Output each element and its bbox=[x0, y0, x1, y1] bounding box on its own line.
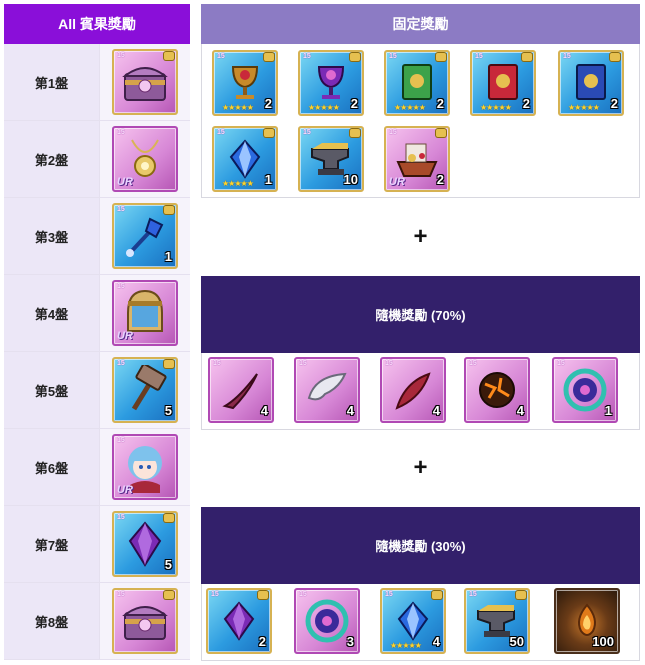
bingo-reward-page: All 賓果獎勵 第1盤 15 第2盤 15 UR 第3盤 15 1 第4盤 1… bbox=[0, 0, 645, 665]
plate-label: 第6盤 bbox=[4, 429, 99, 505]
all-bingo-header: All 賓果獎勵 bbox=[4, 4, 190, 44]
plate-reward-cell: 15 bbox=[99, 44, 190, 120]
blue-crystal-icon[interactable]: 15 ★★★★★ 1 bbox=[212, 126, 278, 192]
pink-treasure-chest-icon[interactable]: 15 bbox=[112, 588, 178, 654]
item-count: 2 bbox=[258, 634, 266, 649]
item-count: 4 bbox=[432, 403, 440, 418]
item-count: 4 bbox=[516, 403, 524, 418]
item-count: 2 bbox=[350, 96, 358, 111]
plate-label: 第7盤 bbox=[4, 506, 99, 582]
item-count: 2 bbox=[610, 96, 618, 111]
plate-label: 第5盤 bbox=[4, 352, 99, 428]
pink-treasure-chest-icon[interactable]: 15 bbox=[112, 49, 178, 115]
item-count: 5 bbox=[164, 557, 172, 572]
plate-row-7: 第7盤 15 5 bbox=[4, 506, 190, 583]
item-count: 4 bbox=[346, 403, 354, 418]
item-count: 1 bbox=[164, 249, 172, 264]
item-count: 2 bbox=[436, 96, 444, 111]
fire-gem-icon[interactable]: 100 bbox=[554, 588, 620, 654]
item-count: 50 bbox=[509, 634, 524, 649]
item-count: 5 bbox=[164, 403, 172, 418]
rem-character-icon[interactable]: 15 UR bbox=[112, 434, 178, 500]
rainbow-orb-icon[interactable]: 15 1 bbox=[552, 357, 618, 423]
ur-badge: UR bbox=[117, 176, 133, 188]
plate-reward-table: 第1盤 15 第2盤 15 UR 第3盤 15 1 第4盤 15 UR 第5盤 … bbox=[4, 44, 190, 660]
red-tome-icon[interactable]: 15 ★★★★★ 2 bbox=[470, 50, 536, 116]
purple-egg-gem-icon[interactable]: 15 2 bbox=[206, 588, 272, 654]
blue-tome-icon[interactable]: 15 ★★★★★ 2 bbox=[558, 50, 624, 116]
gold-pendant-icon[interactable]: 15 UR bbox=[112, 126, 178, 192]
plate-row-1: 第1盤 15 bbox=[4, 44, 190, 121]
fixed-reward-grid: 15 ★★★★★ 2 15 ★★★★★ 2 15 ★★★★★ 2 15 ★★★★… bbox=[201, 44, 640, 198]
item-count: 100 bbox=[592, 634, 614, 649]
ur-badge: UR bbox=[117, 330, 133, 342]
blue-gem-scepter-icon[interactable]: 15 1 bbox=[112, 203, 178, 269]
item-count: 10 bbox=[343, 172, 358, 187]
item-count: 2 bbox=[522, 96, 530, 111]
plate-label: 第8盤 bbox=[4, 583, 99, 659]
plate-reward-cell: 15 UR bbox=[99, 275, 190, 351]
item-count: 4 bbox=[260, 403, 268, 418]
plate-row-2: 第2盤 15 UR bbox=[4, 121, 190, 198]
item-count: 4 bbox=[432, 634, 440, 649]
item-count: 1 bbox=[264, 172, 272, 187]
plus-sign: + bbox=[413, 223, 428, 250]
plate-row-5: 第5盤 15 5 bbox=[4, 352, 190, 429]
treasure-ship-icon[interactable]: 15 UR 2 bbox=[384, 126, 450, 192]
ur-badge: UR bbox=[117, 484, 133, 496]
plate-reward-cell: 15 bbox=[99, 583, 190, 659]
ur-badge: UR bbox=[389, 176, 405, 188]
plate-label: 第4盤 bbox=[4, 275, 99, 351]
gold-chalice-icon[interactable]: 15 ★★★★★ 2 bbox=[212, 50, 278, 116]
golden-helmet-icon[interactable]: 15 UR bbox=[112, 280, 178, 346]
anvil-icon[interactable]: 15 50 bbox=[464, 588, 530, 654]
plate-row-6: 第6盤 15 UR bbox=[4, 429, 190, 506]
plus-sign: + bbox=[413, 454, 428, 481]
plate-reward-cell: 15 UR bbox=[99, 429, 190, 505]
lava-rock-icon[interactable]: 15 4 bbox=[464, 357, 530, 423]
plate-row-8: 第8盤 15 bbox=[4, 583, 190, 660]
plate-reward-cell: 15 5 bbox=[99, 352, 190, 428]
random-reward-70-header: 隨機獎勵 (70%) bbox=[201, 276, 640, 353]
blue-crystal-icon[interactable]: 15 ★★★★★ 4 bbox=[380, 588, 446, 654]
plate-reward-cell: 15 5 bbox=[99, 506, 190, 582]
plate-reward-cell: 15 1 bbox=[99, 198, 190, 274]
purple-chalice-icon[interactable]: 15 ★★★★★ 2 bbox=[298, 50, 364, 116]
item-count: 2 bbox=[436, 172, 444, 187]
random-reward-70-grid: 15 4 15 4 15 4 15 4 15 1 bbox=[201, 353, 640, 430]
purple-egg-gem-icon[interactable]: 15 5 bbox=[112, 511, 178, 577]
plate-label: 第3盤 bbox=[4, 198, 99, 274]
item-count: 3 bbox=[346, 634, 354, 649]
plate-label: 第2盤 bbox=[4, 121, 99, 197]
random-reward-30-grid: 15 2 15 3 15 ★★★★★ 4 15 50 100 bbox=[201, 584, 640, 661]
white-wing-icon[interactable]: 15 4 bbox=[294, 357, 360, 423]
random-reward-30-header: 隨機獎勵 (30%) bbox=[201, 507, 640, 584]
anvil-icon[interactable]: 15 10 bbox=[298, 126, 364, 192]
red-feather-icon[interactable]: 15 4 bbox=[380, 357, 446, 423]
plate-label: 第1盤 bbox=[4, 44, 99, 120]
rainbow-orb-icon[interactable]: 15 3 bbox=[294, 588, 360, 654]
fixed-reward-header: 固定獎勵 bbox=[201, 4, 640, 44]
plate-row-4: 第4盤 15 UR bbox=[4, 275, 190, 352]
plate-row-3: 第3盤 15 1 bbox=[4, 198, 190, 275]
plate-reward-cell: 15 UR bbox=[99, 121, 190, 197]
item-count: 1 bbox=[604, 403, 612, 418]
horn-icon[interactable]: 15 4 bbox=[208, 357, 274, 423]
green-tome-icon[interactable]: 15 ★★★★★ 2 bbox=[384, 50, 450, 116]
item-count: 2 bbox=[264, 96, 272, 111]
bronze-hammer-icon[interactable]: 15 5 bbox=[112, 357, 178, 423]
